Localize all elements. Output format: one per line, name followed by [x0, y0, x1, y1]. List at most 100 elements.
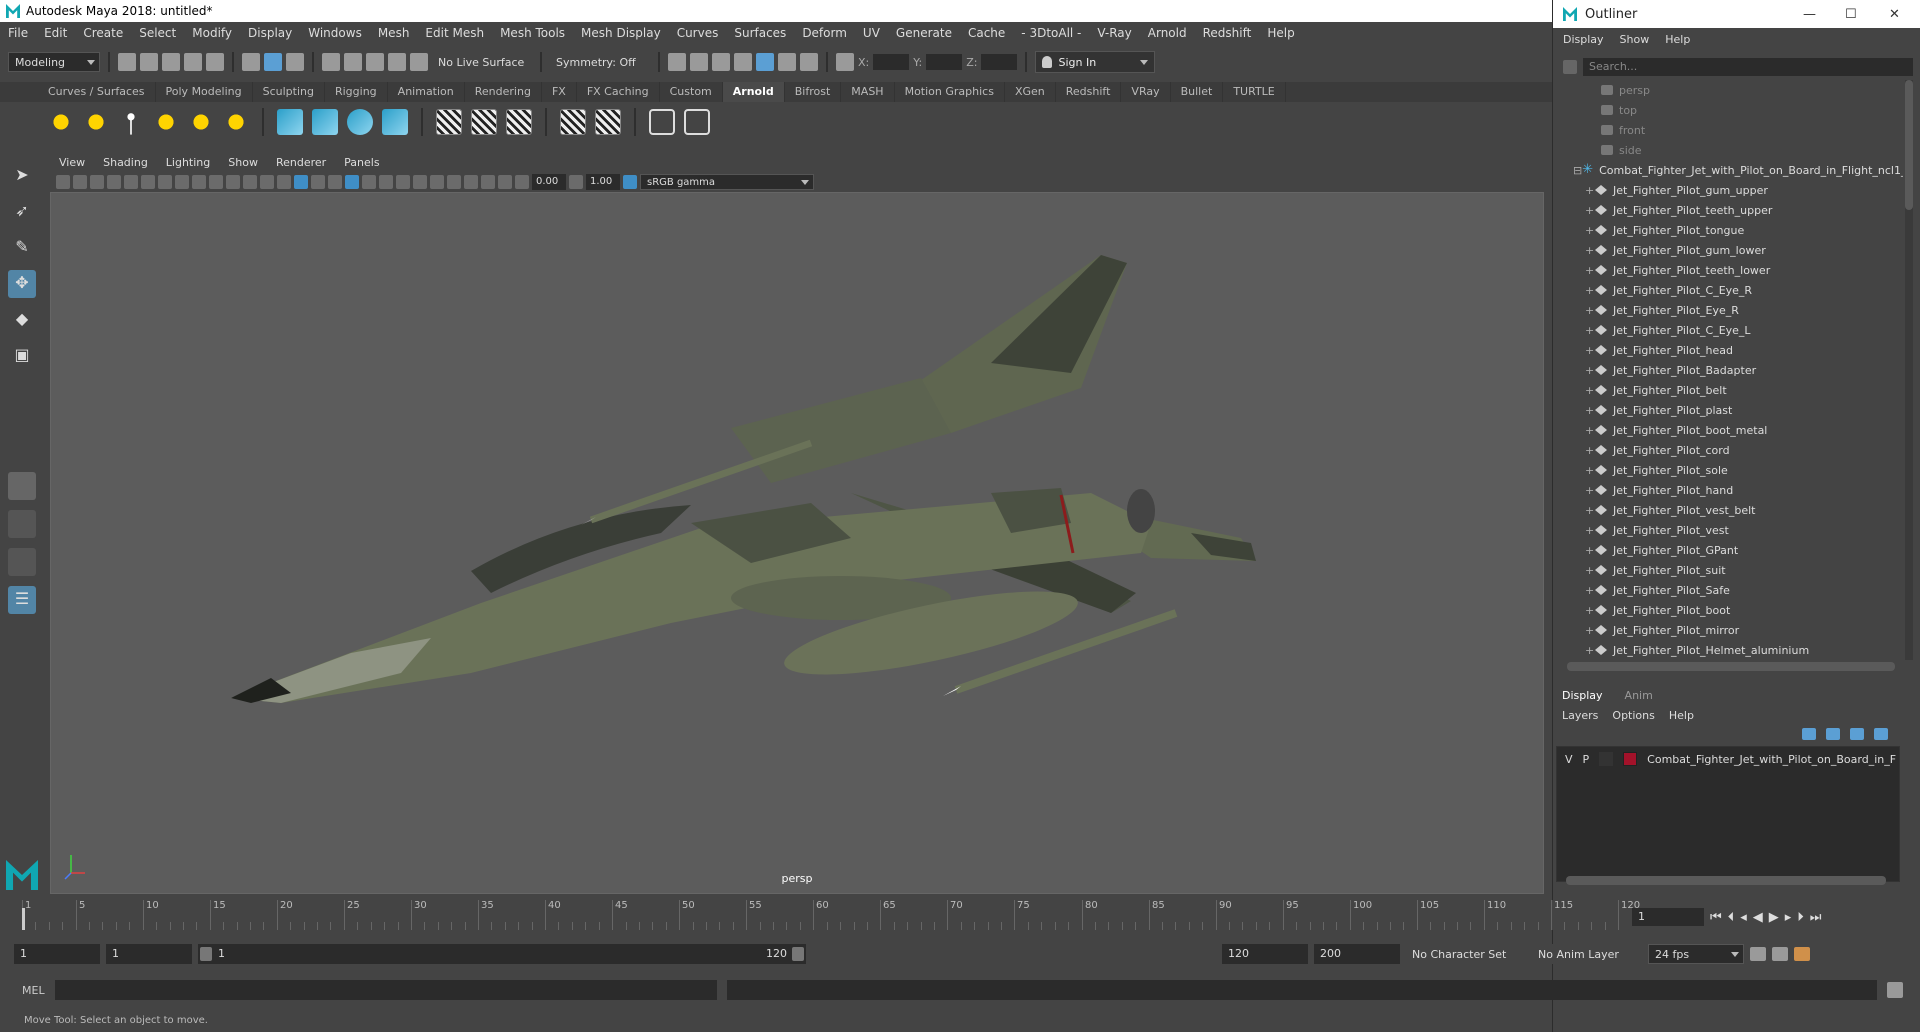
layer-type-toggle[interactable] [1599, 752, 1614, 766]
expand-icon[interactable]: + [1585, 284, 1595, 297]
outliner-search-input[interactable]: Search... [1583, 58, 1913, 76]
outliner-item-mesh[interactable]: + Jet_Fighter_Pilot_tongue [1573, 220, 1903, 240]
shelf-tab[interactable]: TURTLE [1223, 82, 1286, 102]
menu-item[interactable]: Mesh Tools [492, 26, 573, 40]
expand-icon[interactable]: + [1585, 304, 1595, 317]
render-view-icon[interactable] [778, 53, 796, 71]
outliner-item-mesh[interactable]: + Jet_Fighter_Pilot_vest [1573, 520, 1903, 540]
viewport-persp[interactable]: persp [50, 192, 1544, 894]
shelf-tab[interactable]: FX Caching [577, 82, 660, 102]
sign-in-button[interactable]: Sign In [1035, 51, 1156, 73]
shelf-tab[interactable]: Rendering [465, 82, 542, 102]
outliner-item-camera[interactable]: front [1573, 120, 1903, 140]
range-end-handle[interactable] [792, 947, 804, 961]
animation-preferences-icon[interactable] [1794, 947, 1810, 961]
layer-row[interactable]: V P Combat_Fighter_Jet_with_Pilot_on_Boa… [1557, 749, 1901, 769]
arnold-render-view-icon[interactable] [756, 53, 774, 71]
shelf-tab[interactable]: Bullet [1171, 82, 1224, 102]
snap-point-icon[interactable] [366, 53, 384, 71]
create-standin-icon[interactable] [312, 109, 338, 135]
outliner-item-mesh[interactable]: + Jet_Fighter_Pilot_head [1573, 340, 1903, 360]
expand-icon[interactable]: + [1585, 404, 1595, 417]
expand-icon[interactable]: + [1585, 344, 1595, 357]
smooth-shade-icon[interactable] [294, 175, 308, 189]
resolution-gate-icon[interactable] [192, 175, 206, 189]
expand-icon[interactable]: + [1585, 444, 1595, 457]
command-input[interactable] [54, 980, 717, 1000]
outliner-item-mesh[interactable]: + Jet_Fighter_Pilot_teeth_upper [1573, 200, 1903, 220]
shelf-tab[interactable]: Arnold [722, 82, 785, 102]
export-ass-icon[interactable] [595, 109, 621, 135]
gamma-icon[interactable] [569, 175, 583, 189]
outliner-menu-item[interactable]: Display [1563, 33, 1604, 46]
gamma-field[interactable]: 1.00 [586, 174, 620, 190]
scrollbar-thumb[interactable] [1905, 80, 1913, 210]
xray-joints-icon[interactable] [498, 175, 512, 189]
expand-icon[interactable]: + [1585, 644, 1595, 657]
flush-cache-icon[interactable] [506, 109, 532, 135]
outliner-item-mesh[interactable]: + Jet_Fighter_Pilot_Badapter [1573, 360, 1903, 380]
expand-icon[interactable]: + [1585, 264, 1595, 277]
expand-icon[interactable]: + [1585, 224, 1595, 237]
outliner-item-mesh[interactable]: + Jet_Fighter_Pilot_Eye_R [1573, 300, 1903, 320]
new-scene-icon[interactable] [118, 53, 136, 71]
select-component-icon[interactable] [286, 53, 304, 71]
expand-icon[interactable]: + [1585, 324, 1595, 337]
gate-mask-icon[interactable] [209, 175, 223, 189]
outliner-item-camera[interactable]: top [1573, 100, 1903, 120]
shelf-tab[interactable]: MASH [841, 82, 895, 102]
expand-icon[interactable]: + [1585, 584, 1595, 597]
outliner-item-mesh[interactable]: + Jet_Fighter_Pilot_mirror [1573, 620, 1903, 640]
go-to-start-icon[interactable]: ⏮ [1710, 910, 1722, 925]
expand-icon[interactable]: + [1585, 624, 1595, 637]
playback-end-field[interactable]: 120 [1222, 944, 1308, 964]
layer-h-scrollbar[interactable] [1566, 876, 1886, 885]
viewport-menu-item[interactable]: Shading [94, 156, 157, 169]
expand-icon[interactable]: + [1585, 504, 1595, 517]
outliner-item-mesh[interactable]: + Jet_Fighter_Pilot_teeth_lower [1573, 260, 1903, 280]
grid-icon[interactable] [158, 175, 172, 189]
layer-menu-item[interactable]: Help [1669, 709, 1694, 722]
shelf-tab[interactable]: Redshift [1056, 82, 1122, 102]
step-back-frame-icon[interactable]: ◂ [1740, 910, 1747, 925]
expand-icon[interactable]: + [1585, 564, 1595, 577]
rotate-tool-icon[interactable]: ◆ [8, 306, 36, 334]
shelf-tab[interactable]: VRay [1121, 82, 1171, 102]
two-d-pan-icon[interactable] [124, 175, 138, 189]
animation-start-field[interactable]: 1 [14, 944, 100, 964]
range-bar[interactable]: 1 120 [198, 944, 806, 964]
expand-icon[interactable]: + [1585, 184, 1595, 197]
outliner-item-mesh[interactable]: + Jet_Fighter_Pilot_Safe [1573, 580, 1903, 600]
new-layer-icon[interactable] [1850, 728, 1864, 740]
step-forward-key-icon[interactable]: ⏵ [1797, 910, 1804, 925]
new-layer-selected-icon[interactable] [1874, 728, 1888, 740]
shelf-tab[interactable]: Curves / Surfaces [38, 82, 156, 102]
shelf-tab[interactable]: Poly Modeling [156, 82, 253, 102]
shelf-tab[interactable]: Rigging [325, 82, 388, 102]
outliner-item-mesh[interactable]: + Jet_Fighter_Pilot_Helmet_aluminium [1573, 640, 1903, 660]
select-tool-icon[interactable]: ➤ [8, 162, 36, 190]
safe-action-icon[interactable] [243, 175, 257, 189]
menu-item[interactable]: UV [855, 26, 888, 40]
safe-title-icon[interactable] [260, 175, 274, 189]
anim-layer-dropdown[interactable]: No Anim Layer [1532, 944, 1642, 964]
render-view-icon[interactable] [649, 109, 675, 135]
wireframe-icon[interactable] [277, 175, 291, 189]
outliner-item-mesh[interactable]: + Jet_Fighter_Pilot_sole [1573, 460, 1903, 480]
shelf-tab[interactable]: Bifrost [785, 82, 842, 102]
step-forward-frame-icon[interactable]: ▸ [1785, 910, 1792, 925]
outliner-item-mesh[interactable]: + Jet_Fighter_Pilot_gum_upper [1573, 180, 1903, 200]
menu-item[interactable]: Select [131, 26, 184, 40]
physical-sky-icon[interactable] [223, 109, 249, 135]
menu-item[interactable]: Create [75, 26, 131, 40]
step-back-key-icon[interactable]: ⏴ [1728, 910, 1735, 925]
create-curve-icon[interactable] [347, 109, 373, 135]
outliner-item-camera[interactable]: side [1573, 140, 1903, 160]
live-surface-field[interactable]: No Live Surface [432, 52, 532, 72]
expand-icon[interactable]: + [1585, 604, 1595, 617]
render-current-frame-icon[interactable] [668, 53, 686, 71]
shelf-tab[interactable]: XGen [1005, 82, 1056, 102]
outliner-item-camera[interactable]: persp [1573, 80, 1903, 100]
shadows-icon[interactable] [379, 175, 393, 189]
layer-menu-item[interactable]: Layers [1562, 709, 1598, 722]
